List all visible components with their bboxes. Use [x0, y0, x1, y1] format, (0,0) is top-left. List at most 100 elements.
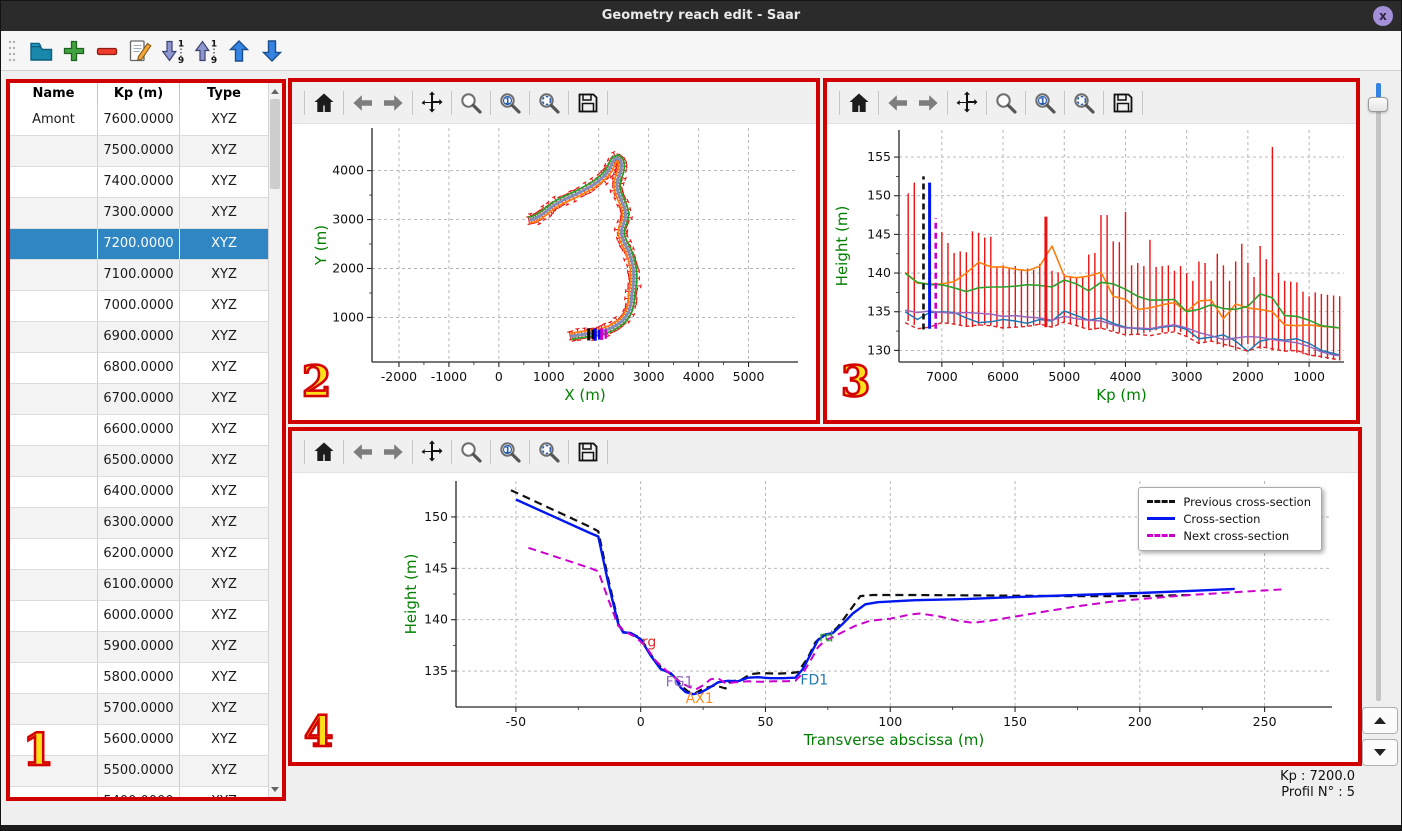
cell-name: Amont — [10, 105, 98, 135]
toolbar-separator — [412, 90, 413, 115]
x-tick-label: 50 — [758, 714, 774, 729]
back-icon — [888, 94, 907, 111]
zoom-extent-button[interactable] — [534, 437, 564, 467]
column-header-kp[interactable]: Kp (m) — [98, 83, 180, 105]
remove-button[interactable] — [90, 35, 123, 67]
move-up-button[interactable] — [222, 35, 255, 67]
home-button[interactable] — [309, 88, 339, 118]
table-row[interactable]: 6200.0000 XYZ — [10, 539, 269, 570]
table-row[interactable]: 6300.0000 XYZ — [10, 508, 269, 539]
scroll-up-icon[interactable] — [269, 84, 281, 98]
back-button[interactable] — [883, 88, 913, 118]
table-row[interactable]: 5700.0000 XYZ — [10, 694, 269, 725]
table-header: Name Kp (m) Type — [10, 83, 282, 106]
close-button[interactable]: x — [1373, 6, 1393, 26]
up-triangle-icon — [1374, 717, 1386, 724]
table-row[interactable]: Amont 7600.0000 XYZ — [10, 105, 269, 136]
zoom-button[interactable] — [456, 88, 486, 118]
cell-type: XYZ — [180, 446, 269, 476]
pan-button[interactable] — [417, 437, 447, 467]
table-row[interactable]: 5800.0000 XYZ — [10, 663, 269, 694]
forward-icon — [919, 94, 938, 111]
home-button[interactable] — [844, 88, 874, 118]
forward-button[interactable] — [913, 88, 943, 118]
zoom-extent-button[interactable] — [1069, 88, 1099, 118]
table-row[interactable]: 6800.0000 XYZ — [10, 353, 269, 384]
x-tick-label: 100 — [878, 714, 902, 729]
table-row[interactable]: 7100.0000 XYZ — [10, 260, 269, 291]
zoom-one-button[interactable]: 1 — [1030, 88, 1060, 118]
save-button[interactable] — [573, 88, 603, 118]
legend-line-next — [1147, 534, 1176, 537]
scrollbar-thumb[interactable] — [270, 99, 280, 189]
cell-kp: 5900.0000 — [98, 632, 180, 662]
profile-slider-handle[interactable] — [1368, 97, 1388, 112]
table-row[interactable]: 5900.0000 XYZ — [10, 632, 269, 663]
toolbar-separator — [947, 90, 948, 115]
table-row[interactable]: 7300.0000 XYZ — [10, 198, 269, 229]
table-row[interactable]: 6100.0000 XYZ — [10, 570, 269, 601]
column-header-name[interactable]: Name — [10, 83, 98, 105]
profile-slider-track[interactable] — [1376, 83, 1381, 701]
table-row[interactable]: 6400.0000 XYZ — [10, 477, 269, 508]
save-icon — [578, 442, 598, 461]
forward-button[interactable] — [378, 88, 408, 118]
toolbar-separator — [839, 90, 840, 115]
cell-kp: 6700.0000 — [98, 384, 180, 414]
table-row[interactable]: 6600.0000 XYZ — [10, 415, 269, 446]
longitudinal-profile-chart[interactable]: 7000 6000 5000 4000 3000 2000 1000 130 135 140 145… — [827, 124, 1356, 420]
column-header-type[interactable]: Type — [180, 83, 269, 105]
table-row[interactable]: 6000.0000 XYZ — [10, 601, 269, 632]
back-button[interactable] — [348, 88, 378, 118]
toolbar-drag-handle-icon[interactable] — [6, 37, 18, 65]
home-button[interactable] — [309, 437, 339, 467]
cell-type: XYZ — [180, 694, 269, 724]
whisker-cap — [528, 212, 533, 215]
svg-text:1: 1 — [1039, 96, 1045, 106]
previous-profile-button[interactable] — [1362, 707, 1398, 734]
plan-view-chart[interactable]: -2000 -1000 0 1000 2000 3000 4000 5000 1000 2000 3… — [292, 124, 816, 420]
whisker-cap — [617, 240, 621, 245]
table-row[interactable]: 7000.0000 XYZ — [10, 291, 269, 322]
cell-kp: 6900.0000 — [98, 322, 180, 352]
table-scrollbar[interactable] — [268, 83, 282, 797]
edit-button[interactable] — [123, 35, 156, 67]
pan-button[interactable] — [417, 88, 447, 118]
whisker-cap — [627, 282, 629, 287]
forward-button[interactable] — [378, 437, 408, 467]
table-row[interactable]: 6900.0000 XYZ — [10, 322, 269, 353]
scroll-down-icon[interactable] — [269, 782, 281, 796]
svg-text:1: 1 — [210, 39, 216, 49]
zoom-extent-button[interactable] — [534, 88, 564, 118]
zoom-one-button[interactable]: 1 — [495, 88, 525, 118]
save-button[interactable] — [573, 437, 603, 467]
cell-kp: 5700.0000 — [98, 694, 180, 724]
status-readout: Kp : 7200.0 Profil N° : 5 — [1280, 769, 1355, 801]
x-tick-label: 1000 — [1293, 369, 1325, 384]
zoom-one-button[interactable]: 1 — [495, 437, 525, 467]
table-row[interactable]: 7500.0000 XYZ — [10, 136, 269, 167]
down-triangle-icon — [1374, 749, 1386, 756]
zoom-button[interactable] — [456, 437, 486, 467]
xsection-plot-toolbar: 1 — [292, 431, 1358, 473]
save-button[interactable] — [1108, 88, 1138, 118]
table-row[interactable]: 7400.0000 XYZ — [10, 167, 269, 198]
sort-down-icon: 19 — [161, 39, 184, 65]
next-profile-button[interactable] — [1362, 739, 1398, 766]
move-down-button[interactable] — [255, 35, 288, 67]
pan-button[interactable] — [952, 88, 982, 118]
table-row[interactable]: 6500.0000 XYZ — [10, 446, 269, 477]
back-button[interactable] — [348, 437, 378, 467]
open-button[interactable] — [24, 35, 57, 67]
add-button[interactable] — [57, 35, 90, 67]
sort-down-button[interactable]: 19 — [156, 35, 189, 67]
toolbar-separator — [1025, 90, 1026, 115]
table-row[interactable]: 5400.0000XYZ — [10, 787, 269, 797]
legend-item-previous: Previous cross-section — [1147, 493, 1311, 510]
sort-up-button[interactable]: 19 — [189, 35, 222, 67]
table-row[interactable]: 7200.0000 XYZ — [10, 229, 269, 260]
zoom-button[interactable] — [991, 88, 1021, 118]
cell-type: XYZ — [180, 663, 269, 693]
zoom-extent-icon — [539, 441, 560, 463]
table-row[interactable]: 6700.0000 XYZ — [10, 384, 269, 415]
